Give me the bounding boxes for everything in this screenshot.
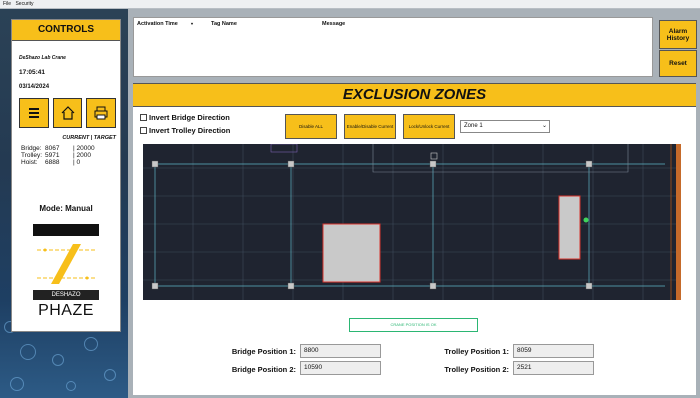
exclusion-zone-1[interactable] [322,223,381,283]
bridge-label: Bridge: [21,145,42,152]
bridge-position-1-field[interactable]: 8800 [300,344,381,358]
printer-icon [94,106,108,120]
invert-trolley-label: Invert Trolley Direction [149,126,231,135]
exclusion-zone-2[interactable] [558,195,581,260]
invert-trolley-checkbox[interactable]: Invert Trolley Direction [140,126,230,135]
col-tag-name[interactable]: Tag Name [211,21,237,27]
rail-edge [676,144,681,300]
home-icon [61,106,74,120]
trolley-position-1-label: Trolley Position 1: [444,347,509,356]
hoist-row: Hoist: 6888 | 0 [21,159,80,166]
menu-button[interactable] [19,98,49,128]
trolley-current: 5971 [45,152,60,159]
invert-bridge-checkbox[interactable]: Invert Bridge Direction [140,113,230,122]
disable-all-button[interactable]: Disable ALL [285,114,337,139]
chevron-down-icon: ⌄ [541,123,547,129]
checkbox-box[interactable] [140,114,147,121]
trolley-label: Trolley: [21,152,43,159]
trolley-position-2-field[interactable]: 2521 [513,361,594,375]
hoist-target: | 0 [73,159,81,166]
decor-circle [20,344,36,360]
menu-security[interactable]: Security [15,1,33,7]
map-grid [143,143,681,300]
hoist-label: Hoist: [21,159,38,166]
home-button[interactable] [52,98,83,128]
decor-circle [66,381,76,391]
zone-select-value: Zone 1 [464,123,483,129]
invert-bridge-label: Invert Bridge Direction [149,113,230,122]
current-time: 17:05:41 [19,69,46,76]
bridge-position-2-label: Bridge Position 2: [231,365,296,374]
trolley-target: | 2000 [73,152,91,159]
bridge-current: 8067 [45,145,60,152]
trolley-position-2-label: Trolley Position 2: [444,365,509,374]
print-button[interactable] [86,98,117,128]
bridge-position-1-label: Bridge Position 1: [231,347,296,356]
trolley-position-1-field[interactable]: 8059 [513,344,594,358]
status-badge: CRANE POSITION IS OK [349,318,478,332]
controls-button-row [19,98,117,128]
mode-label: Mode: Manual [39,204,93,213]
bridge-position-1-value: 8800 [304,347,319,354]
decor-circle [52,354,64,366]
logo-bar [33,224,99,236]
bridge-position-2-field[interactable]: 10590 [300,361,381,375]
trolley-position-2-value: 2521 [517,364,532,371]
alarm-history-button[interactable]: Alarm History [659,20,697,49]
hamburger-icon [28,108,39,118]
logo-phaze: PHAZE [38,302,94,319]
zone-select[interactable]: Zone 1 ⌄ [460,120,550,133]
menu-bar: File Security [0,0,700,9]
enable-disable-current-button[interactable]: Enable/Disable Current [344,114,396,139]
controls-title: CONTROLS [12,20,120,41]
z-logo-mark [37,244,95,284]
bridge-row: Bridge: 8067 | 20000 [21,145,95,152]
col-activation-time[interactable]: Activation Time [137,21,178,27]
trolley-position-1-value: 8059 [517,347,532,354]
lock-unlock-current-button[interactable]: Lock/Unlock Current [403,114,455,139]
crane-position-marker [583,217,589,223]
controls-panel: CONTROLS DeShazo Lab Crane 17:05:41 03/1… [11,19,121,332]
reset-button[interactable]: Reset [659,50,697,77]
exclusion-map[interactable] [143,143,681,300]
decor-circle [104,369,116,381]
checkbox-box[interactable] [140,127,147,134]
exclusion-title: EXCLUSION ZONES [133,83,696,107]
trolley-row: Trolley: 5971 | 2000 [21,152,91,159]
hoist-current: 6888 [45,159,60,166]
phaze-logo: DESHAZO PHAZE [33,224,99,324]
current-target-header: CURRENT | TARGET [62,135,116,141]
logo-deshazo: DESHAZO [33,290,99,300]
menu-file[interactable]: File [3,1,11,7]
col-message[interactable]: Message [322,21,345,27]
bridge-position-2-value: 10590 [304,364,323,371]
crane-location: DeShazo Lab Crane [19,55,66,61]
decor-circle [84,337,98,351]
current-date: 03/14/2024 [19,84,50,90]
sort-icon: ▾ [191,21,194,26]
decor-circle [10,377,24,391]
bridge-target: | 20000 [73,145,95,152]
alarm-table[interactable]: Activation Time ▾ Tag Name Message [133,17,653,77]
